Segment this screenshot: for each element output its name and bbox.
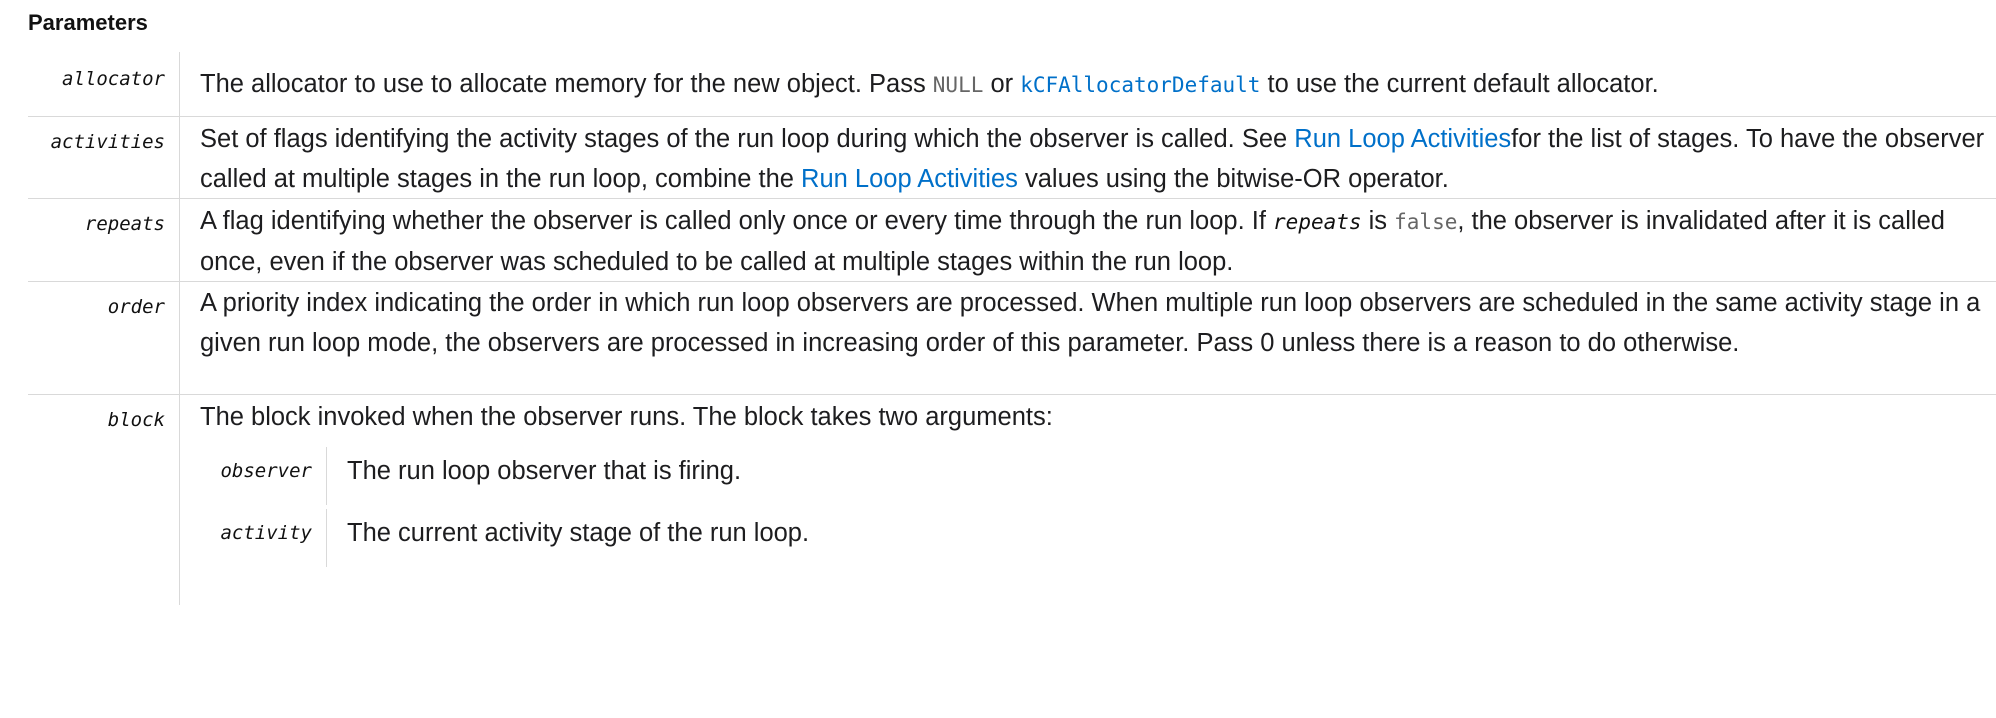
param-description: The block invoked when the observer runs… — [180, 395, 1996, 571]
section-heading: Parameters — [28, 10, 148, 35]
argument-name: activity — [200, 509, 327, 567]
param-name: block — [28, 395, 180, 605]
kcfallocatordefault-link[interactable]: kCFAllocatorDefault — [1020, 73, 1260, 97]
parameters-table: allocator The allocator to use to alloca… — [28, 52, 1996, 605]
param-description: The allocator to use to allocate memory … — [200, 70, 1659, 98]
run-loop-activities-link-2[interactable]: Run Loop Activities — [801, 165, 1018, 193]
argument-name: observer — [200, 447, 327, 505]
code-repeats: repeats — [1273, 210, 1362, 234]
run-loop-activities-link[interactable]: Run Loop Activities — [1294, 125, 1511, 153]
param-description: A flag identifying whether the observer … — [200, 207, 1945, 276]
code-false: false — [1394, 210, 1458, 234]
block-argument-row: activity The current activity stage of t… — [200, 509, 1996, 571]
block-arguments-table: observer The run loop observer that is f… — [200, 447, 1996, 571]
param-row-order: order A priority index indicating the or… — [28, 282, 1996, 395]
param-name: activities — [28, 117, 180, 198]
param-row-repeats: repeats A flag identifying whether the o… — [28, 199, 1996, 282]
param-name: allocator — [28, 52, 180, 116]
code-null: NULL — [932, 73, 984, 97]
param-name: order — [28, 282, 180, 394]
param-row-block: block The block invoked when the observe… — [28, 395, 1996, 605]
param-row-allocator: allocator The allocator to use to alloca… — [28, 52, 1996, 117]
argument-description: The run loop observer that is firing. — [347, 457, 742, 485]
block-argument-row: observer The run loop observer that is f… — [200, 447, 1996, 509]
param-row-activities: activities Set of flags identifying the … — [28, 117, 1996, 199]
param-name: repeats — [28, 199, 180, 281]
param-description: Set of flags identifying the activity st… — [200, 125, 1985, 193]
argument-description: The current activity stage of the run lo… — [347, 519, 810, 547]
param-description: A priority index indicating the order in… — [200, 289, 1981, 357]
